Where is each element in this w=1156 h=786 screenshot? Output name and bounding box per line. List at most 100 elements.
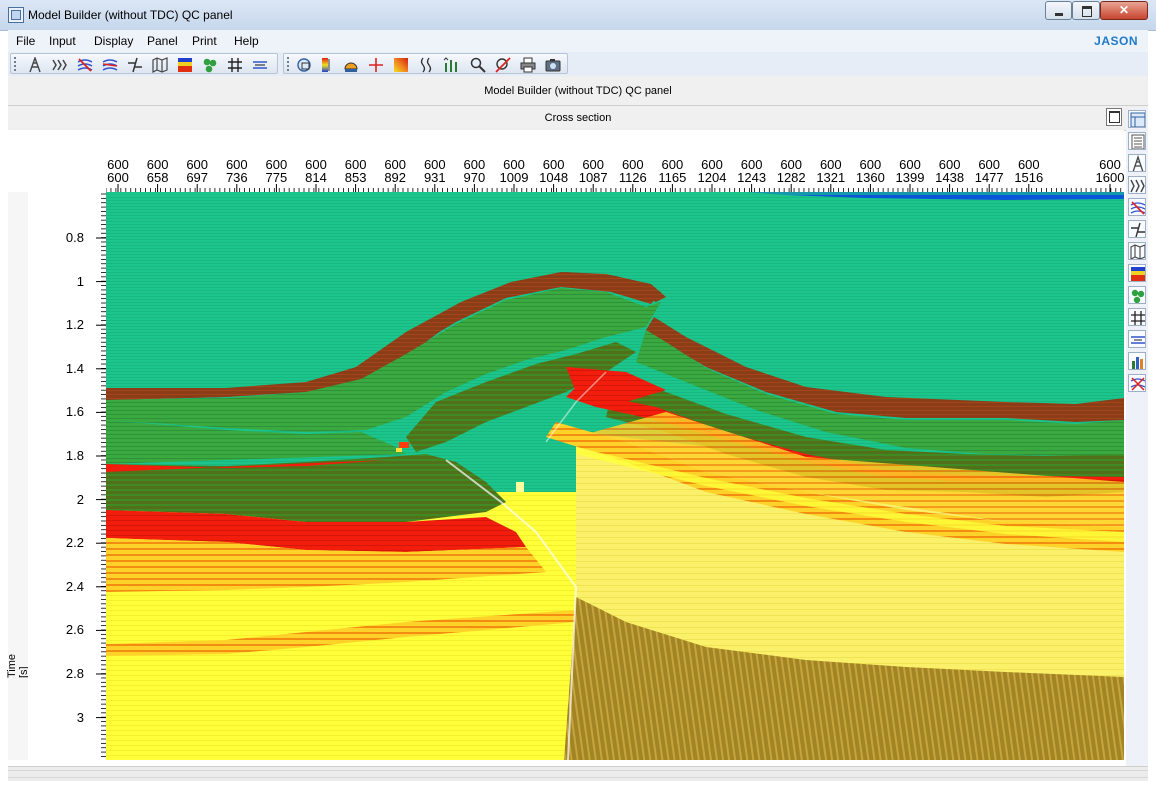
jason-logo: JASON [1094,34,1138,48]
toolbar-group-2 [283,53,568,74]
color-bar-icon[interactable] [177,57,193,73]
x-tick-label-bottom: 658 [146,170,169,185]
x-tick-label-bottom: 1477 [974,170,1004,185]
x-tick-label-bottom: 1321 [816,170,846,185]
x-tick-label-bottom: 1009 [499,170,529,185]
fault-edit-icon[interactable] [1128,220,1146,238]
x-tick-label-bottom: 1204 [697,170,727,185]
y-tick-label: 2.6 [65,622,84,638]
toolbar-group-1 [10,53,278,74]
fault-icon[interactable] [1128,154,1146,172]
y-tick-label: 1 [76,273,84,289]
close-button[interactable] [1100,1,1148,20]
menu-input[interactable]: Input [49,34,76,48]
histogram-icon[interactable] [1128,352,1146,370]
list-icon[interactable] [1128,132,1146,150]
y-axis-title: Time [s] [6,653,30,678]
fault-edit-icon[interactable] [127,57,143,73]
y-axis: 0.8 1 1.2 1.4 1.6 1.8 2 2.2 2.4 2.6 2.8 3 [28,192,107,760]
horizon-edit-icon[interactable] [102,57,118,73]
x-tick-label-bottom: 1165 [658,170,687,185]
color-scale-icon[interactable] [318,57,334,73]
y-axis-title-strip: Time [s] [6,192,30,760]
x-tick-label-bottom: 1600 [1095,170,1125,185]
y-tick-label: 2.4 [65,578,84,594]
right-sidebar [1126,108,1148,768]
trace-icon[interactable] [418,57,434,73]
maximize-panel-button[interactable] [1106,108,1122,126]
crosshair-icon[interactable] [368,57,384,73]
x-axis: 600 600 600 658 600 697 600 736 600 775 600 814 600 8… [106,130,1124,193]
y-tick-label: 0.8 [65,230,84,245]
zoom-icon[interactable] [470,57,486,73]
menu-display[interactable]: Display [94,34,133,48]
x-tick-label-bottom: 1126 [618,170,647,185]
menu-file[interactable]: File [16,34,35,48]
toolbar-grip[interactable] [14,57,18,71]
x-tick-label-bottom: 853 [344,170,367,185]
map-icon[interactable] [152,57,168,73]
x-tick-label-bottom: 970 [463,170,486,185]
x-tick-label-bottom: 1399 [895,170,925,185]
x-tick-label-bottom: 1438 [935,170,965,185]
chart-icon[interactable] [443,57,459,73]
horizontal-scrollbar[interactable] [8,766,1148,781]
y-tick-label: 1.8 [65,448,84,463]
horizons-icon[interactable] [52,57,68,73]
x-tick-label-bottom: 1360 [855,170,885,185]
fault-icon[interactable] [27,57,43,73]
x-tick-label-bottom: 892 [384,170,407,185]
color-bar-icon[interactable] [1128,264,1146,282]
toolbar-grip[interactable] [287,57,291,71]
x-tick-label-bottom: 1282 [776,170,806,185]
x-tick-label-bottom: 1243 [737,170,767,185]
menu-help[interactable]: Help [234,34,259,48]
y-tick-label: 3 [76,709,84,725]
zoom-fit-icon[interactable] [296,57,312,73]
menu-bar: File Input Display Panel Print Help JASO… [8,30,1148,52]
camera-icon[interactable] [545,57,561,73]
x-tick-label-bottom: 1048 [539,170,569,185]
y-tick-label: 2.2 [65,535,84,551]
x-tick-label-bottom: 1087 [578,170,608,185]
delete-horizon-icon[interactable] [1128,198,1146,216]
color-palette-icon[interactable] [393,57,409,73]
horizons-icon[interactable] [1128,176,1146,194]
maximize-button[interactable] [1072,1,1100,20]
y-tick-label: 1.2 [65,317,84,333]
x-tick-label-bottom: 1516 [1014,170,1044,185]
display-settings-icon[interactable] [343,57,359,73]
wells-icon[interactable] [202,57,218,73]
menu-print[interactable]: Print [192,34,217,48]
wells-icon[interactable] [1128,286,1146,304]
x-tick-label-bottom: 600 [107,170,129,185]
grid-icon[interactable] [1128,308,1146,326]
scrollbar-track[interactable] [8,770,1148,778]
x-tick-label-bottom: 697 [186,170,209,185]
no-zoom-icon[interactable] [495,57,511,73]
map-icon[interactable] [1128,242,1146,260]
panel-title: Model Builder (without TDC) QC panel [8,76,1148,106]
y-tick-label: 1.6 [65,404,84,420]
x-tick-label-bottom: 931 [423,170,446,185]
window-title: Model Builder (without TDC) QC panel [28,8,233,22]
delete-horizon-icon[interactable] [77,57,93,73]
title-bar: Model Builder (without TDC) QC panel [0,0,1156,31]
flatten-icon[interactable] [1128,330,1146,348]
x-tick-label-bottom: 814 [305,170,327,185]
layout-icon[interactable] [1128,110,1146,128]
delete-well-icon[interactable] [1128,374,1146,392]
x-tick-label-bottom: 775 [265,170,288,185]
menu-panel[interactable]: Panel [147,34,178,48]
toolbar [8,52,1148,77]
flatten-icon[interactable] [252,57,268,73]
minimize-button[interactable] [1045,1,1072,20]
y-tick-label: 2 [76,491,84,507]
app-icon [8,7,24,23]
y-tick-label: 1.4 [65,360,84,376]
seismic-section[interactable] [106,192,1124,760]
grid-icon[interactable] [227,57,243,73]
x-tick-label-bottom: 736 [225,170,248,185]
y-tick-label: 2.8 [65,666,84,681]
print-icon[interactable] [520,57,536,73]
